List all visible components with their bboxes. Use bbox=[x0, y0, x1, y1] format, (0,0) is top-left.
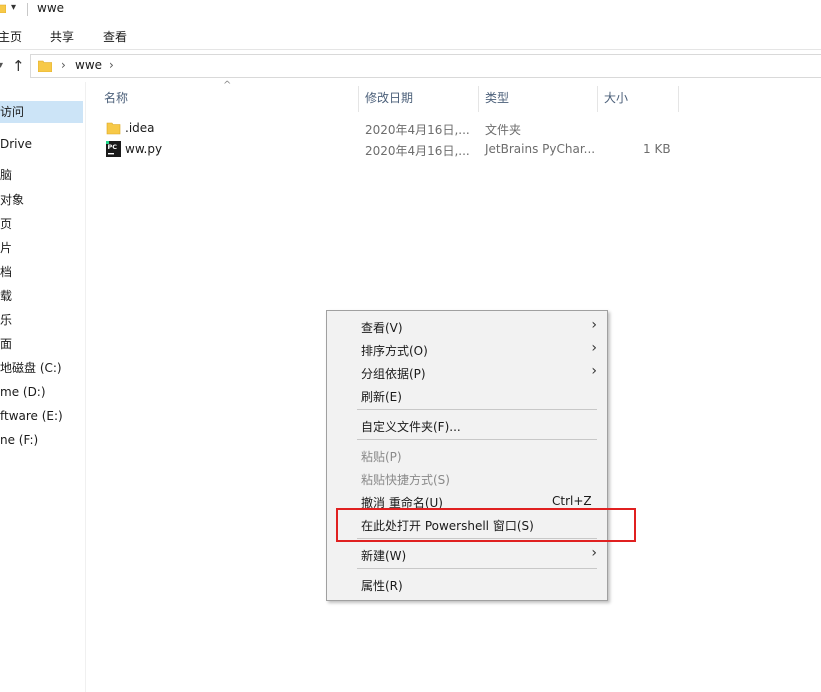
submenu-arrow-icon: › bbox=[591, 545, 597, 561]
submenu-arrow-icon: › bbox=[591, 340, 597, 356]
menu-item-paste: 粘贴(P) bbox=[327, 444, 607, 466]
nav-item-this-pc[interactable]: 脑 bbox=[0, 164, 12, 186]
menu-item-label: 粘贴(P) bbox=[361, 450, 402, 464]
nav-item-music[interactable]: 乐 bbox=[0, 309, 12, 331]
file-row[interactable]: .idea 2020年4月16日,... 文件夹 bbox=[100, 118, 680, 139]
breadcrumb-chevron-icon[interactable]: › bbox=[109, 58, 114, 72]
nav-item-videos[interactable]: 页 bbox=[0, 213, 12, 235]
quick-access-dropdown-icon[interactable]: ▾ bbox=[11, 1, 21, 15]
folder-icon bbox=[38, 60, 52, 72]
nav-item-drive-e[interactable]: ftware (E:) bbox=[0, 405, 63, 427]
menu-item-label: 自定义文件夹(F)... bbox=[361, 420, 461, 434]
menu-item-label: 分组依据(P) bbox=[361, 367, 426, 381]
breadcrumb-item-wwe[interactable]: wwe bbox=[75, 58, 102, 72]
folder-icon bbox=[106, 122, 121, 135]
context-menu: 查看(V) › 排序方式(O) › 分组依据(P) › 刷新(E) 自定义文件夹… bbox=[326, 310, 608, 601]
menu-item-sort[interactable]: 排序方式(O) › bbox=[327, 338, 607, 360]
menu-item-view[interactable]: 查看(V) › bbox=[327, 315, 607, 337]
nav-item-pictures[interactable]: 片 bbox=[0, 237, 12, 259]
file-modified: 2020年4月16日,... bbox=[365, 144, 470, 158]
tab-home[interactable]: 主页 bbox=[0, 28, 22, 45]
nav-item-drive-d[interactable]: me (D:) bbox=[0, 381, 46, 403]
menu-item-group-by[interactable]: 分组依据(P) › bbox=[327, 361, 607, 383]
menu-separator bbox=[357, 439, 597, 440]
column-header-type[interactable]: 类型 bbox=[479, 86, 597, 110]
file-modified: 2020年4月16日,... bbox=[365, 123, 470, 137]
menu-item-shortcut: Ctrl+Z bbox=[552, 494, 592, 508]
navigation-pane: 访问 Drive 脑 对象 页 片 档 载 乐 面 地磁盘 (C:) me (D… bbox=[0, 82, 86, 692]
menu-item-refresh[interactable]: 刷新(E) bbox=[327, 384, 607, 406]
menu-separator bbox=[357, 568, 597, 569]
file-row[interactable]: PC ww.py 2020年4月16日,... JetBrains PyChar… bbox=[100, 139, 680, 160]
menu-item-label: 查看(V) bbox=[361, 321, 403, 335]
tab-share[interactable]: 共享 bbox=[50, 28, 74, 45]
nav-item-quick-access[interactable]: 访问 bbox=[0, 101, 83, 123]
menu-item-label: 粘贴快捷方式(S) bbox=[361, 473, 450, 487]
nav-item-documents[interactable]: 档 bbox=[0, 261, 12, 283]
file-type: 文件夹 bbox=[485, 123, 522, 137]
folder-icon bbox=[0, 4, 6, 13]
address-bar[interactable]: › wwe › bbox=[30, 54, 821, 78]
column-header-size[interactable]: 大小 bbox=[598, 86, 678, 110]
nav-item-desktop[interactable]: 面 bbox=[0, 333, 12, 355]
file-name: .idea bbox=[125, 121, 155, 135]
menu-item-label: 新建(W) bbox=[361, 549, 407, 563]
menu-item-label: 刷新(E) bbox=[361, 390, 402, 404]
breadcrumb-chevron-icon[interactable]: › bbox=[61, 58, 66, 72]
tab-view[interactable]: 查看 bbox=[103, 28, 127, 45]
pycharm-file-icon: PC bbox=[106, 141, 121, 157]
submenu-arrow-icon: › bbox=[591, 317, 597, 333]
up-arrow-icon[interactable]: ↑ bbox=[12, 57, 25, 75]
nav-item-drive-f[interactable]: ne (F:) bbox=[0, 429, 38, 451]
menu-item-label: 属性(R) bbox=[361, 579, 403, 593]
nav-item-onedrive[interactable]: Drive bbox=[0, 133, 32, 155]
column-divider[interactable] bbox=[678, 86, 679, 112]
nav-item-downloads[interactable]: 载 bbox=[0, 285, 12, 307]
highlight-annotation-box bbox=[336, 508, 636, 542]
file-type: JetBrains PyChar... bbox=[485, 142, 596, 156]
ribbon-tabs: 主页 共享 查看 bbox=[0, 22, 821, 50]
nav-item-drive-c[interactable]: 地磁盘 (C:) bbox=[0, 357, 62, 379]
recent-locations-icon[interactable]: ▾ bbox=[0, 60, 3, 71]
menu-separator bbox=[357, 409, 597, 410]
address-row: ▾ ↑ › wwe › bbox=[0, 51, 821, 82]
menu-item-properties[interactable]: 属性(R) bbox=[327, 573, 607, 595]
file-name: ww.py bbox=[125, 142, 163, 156]
menu-item-paste-shortcut: 粘贴快捷方式(S) bbox=[327, 467, 607, 489]
submenu-arrow-icon: › bbox=[591, 363, 597, 379]
file-size: 1 KB bbox=[643, 142, 671, 156]
column-header-name[interactable]: 名称 bbox=[98, 86, 358, 110]
window-title: wwe bbox=[37, 1, 65, 15]
column-header-modified[interactable]: 修改日期 bbox=[359, 86, 479, 110]
title-separator bbox=[27, 3, 28, 16]
menu-item-new[interactable]: 新建(W) › bbox=[327, 543, 607, 565]
menu-item-label: 排序方式(O) bbox=[361, 344, 428, 358]
svg-text:PC: PC bbox=[108, 143, 118, 151]
menu-item-customize-folder[interactable]: 自定义文件夹(F)... bbox=[327, 414, 607, 436]
title-bar: ▾ wwe bbox=[0, 0, 821, 20]
nav-item-3d-objects[interactable]: 对象 bbox=[0, 189, 24, 211]
